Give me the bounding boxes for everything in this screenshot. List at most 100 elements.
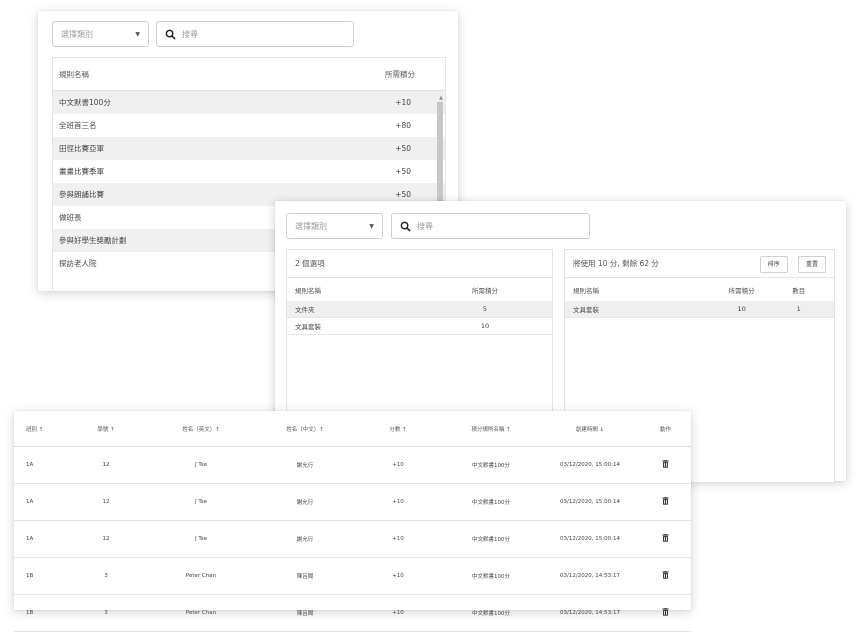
category-select-placeholder: 選擇類別 <box>295 221 327 231</box>
rule-name: 全班首三名 <box>59 121 97 130</box>
table-cell: Peter Chan <box>146 557 256 595</box>
column-header[interactable]: 分數 ↑ <box>354 411 442 447</box>
table-row: 1B 3 Peter Chan 陳呂聞 +10 中文默書100分 03/12/2020, 1… <box>14 594 691 632</box>
table-cell: 陳呂聞 <box>256 557 354 595</box>
table-cell: 1A <box>14 483 66 521</box>
selected-summary-bar: 將使用 10 分, 剩餘 62 分 排序 重置 <box>565 250 834 278</box>
rule-row[interactable]: 畫畫比賽季軍 +50 <box>53 160 445 183</box>
table-cell: 03/12/2020, 15:00:14 <box>540 446 640 484</box>
table-cell: 03/12/2020, 14:53:17 <box>540 557 640 595</box>
action-cell <box>640 446 691 484</box>
action-cell <box>640 483 691 521</box>
column-header[interactable]: 學號 ↑ <box>66 411 146 447</box>
selected-header: 規則名稱 所需積分 數目 <box>565 278 834 301</box>
options-count-title: 2 個選項 <box>287 250 552 278</box>
category-select[interactable]: 選擇類別 ▼ <box>52 21 149 47</box>
rule-name: 中文默書100分 <box>59 98 111 107</box>
column-header[interactable]: 班別 ↑ <box>14 411 66 447</box>
table-cell: 1B <box>14 594 66 632</box>
selected-row[interactable]: 文具套裝 10 1 <box>565 301 834 318</box>
table-cell: 3 <box>66 594 146 632</box>
table-cell: 03/12/2020, 15:00:14 <box>540 483 640 521</box>
search-placeholder: 搜尋 <box>417 221 433 231</box>
records-table-card: 班別 ↑ 學號 ↑ 姓名（英文）↑ 姓名（中文）↑ 分數 ↑ 積分規則名稱 ↑ 創建時間 ↓… <box>14 411 691 632</box>
caret-down-icon: ▼ <box>369 222 374 230</box>
header-rule-name: 規則名稱 <box>573 286 599 295</box>
header-rule-name: 規則名稱 <box>59 69 89 79</box>
trash-icon[interactable] <box>662 460 669 470</box>
rule-name: 田徑比賽亞軍 <box>59 144 104 153</box>
table-cell: 1A <box>14 520 66 558</box>
trash-icon[interactable] <box>662 571 669 581</box>
rule-row[interactable]: 田徑比賽亞軍 +50 <box>53 137 445 160</box>
trash-icon[interactable] <box>662 497 669 507</box>
sort-button[interactable]: 排序 <box>759 256 788 273</box>
table-header-row: 班別 ↑ 學號 ↑ 姓名（英文）↑ 姓名（中文）↑ 分數 ↑ 積分規則名稱 ↑ 創建時間 ↓… <box>14 411 691 447</box>
rules-list-header: 規則名稱 所需積分 <box>53 58 445 91</box>
trash-icon[interactable] <box>662 608 669 618</box>
table-cell: 中文默書100分 <box>442 520 540 558</box>
option-points: 5 <box>482 305 488 313</box>
search-input[interactable]: 搜尋 <box>391 213 590 239</box>
options-header: 規則名稱 所需積分 <box>287 278 552 301</box>
selected-points: 10 <box>737 305 746 313</box>
table-cell: +10 <box>354 483 442 521</box>
rule-row[interactable]: 中文默書100分 +10 <box>53 91 445 114</box>
scrollbar-thumb[interactable] <box>437 102 443 216</box>
column-header[interactable]: 姓名（英文）↑ <box>146 411 256 447</box>
table-cell: 12 <box>66 483 146 521</box>
table-cell: 中文默書100分 <box>442 446 540 484</box>
option-points: 10 <box>480 322 490 330</box>
table-cell: +10 <box>354 520 442 558</box>
table-cell: 中文默書100分 <box>442 483 540 521</box>
rule-name: 探訪老人院 <box>59 259 97 268</box>
option-name: 文件夾 <box>295 306 315 314</box>
column-header[interactable]: 積分規則名稱 ↑ <box>442 411 540 447</box>
reset-button[interactable]: 重置 <box>797 256 826 273</box>
option-name: 文具套裝 <box>295 323 321 331</box>
rule-name: 做班長 <box>59 213 82 222</box>
table-cell: 03/12/2020, 15:00:14 <box>540 520 640 558</box>
table-cell: 謝允行 <box>256 483 354 521</box>
table-cell: 中文默書100分 <box>442 594 540 632</box>
search-icon <box>400 221 411 232</box>
column-header[interactable]: 創建時間 ↓ <box>540 411 640 447</box>
table-row: 1A 12 J Tse 謝允行 +10 中文默書100分 03/12/2020, 15:00… <box>14 483 691 521</box>
search-input[interactable]: 搜尋 <box>156 21 354 47</box>
rule-name: 參與好學生獎勵計劃 <box>59 236 127 245</box>
trash-icon[interactable] <box>662 534 669 544</box>
caret-down-icon: ▼ <box>135 30 140 38</box>
selected-qty: 1 <box>796 305 801 313</box>
rule-points: +10 <box>395 98 411 107</box>
option-row[interactable]: 文具套裝 10 <box>287 318 552 335</box>
rule-name: 畫畫比賽季軍 <box>59 167 104 176</box>
rule-points: +50 <box>395 190 411 199</box>
scroll-up-icon[interactable]: ▲ <box>439 95 443 101</box>
table-row: 1A 12 J Tse 謝允行 +10 中文默書100分 03/12/2020, 15:00… <box>14 520 691 558</box>
header-qty: 數目 <box>792 286 806 295</box>
table-cell: J Tse <box>146 520 256 558</box>
table-cell: 12 <box>66 446 146 484</box>
table-cell: 中文默書100分 <box>442 557 540 595</box>
table-cell: +10 <box>354 594 442 632</box>
table-cell: 1B <box>14 557 66 595</box>
rule-row[interactable]: 全班首三名 +80 <box>53 114 445 137</box>
table-cell: Peter Chan <box>146 594 256 632</box>
search-icon <box>165 29 176 40</box>
options-count: 2 個選項 <box>295 259 325 268</box>
category-select[interactable]: 選擇類別 ▼ <box>286 213 383 239</box>
table-row: 1B 3 Peter Chan 陳呂聞 +10 中文默書100分 03/12/2020, 1… <box>14 557 691 595</box>
option-row[interactable]: 文件夾 5 <box>287 301 552 318</box>
table-cell: 1A <box>14 446 66 484</box>
column-header[interactable]: 動作 <box>640 411 691 447</box>
table-cell: J Tse <box>146 446 256 484</box>
rule-points: +50 <box>395 167 411 176</box>
table-cell: J Tse <box>146 483 256 521</box>
category-select-placeholder: 選擇類別 <box>61 29 93 39</box>
table-cell: 3 <box>66 557 146 595</box>
header-rule-name: 規則名稱 <box>295 286 321 295</box>
table-cell: 12 <box>66 520 146 558</box>
table-cell: 03/12/2020, 14:53:17 <box>540 594 640 632</box>
column-header[interactable]: 姓名（中文）↑ <box>256 411 354 447</box>
points-summary: 將使用 10 分, 剩餘 62 分 <box>573 259 659 268</box>
